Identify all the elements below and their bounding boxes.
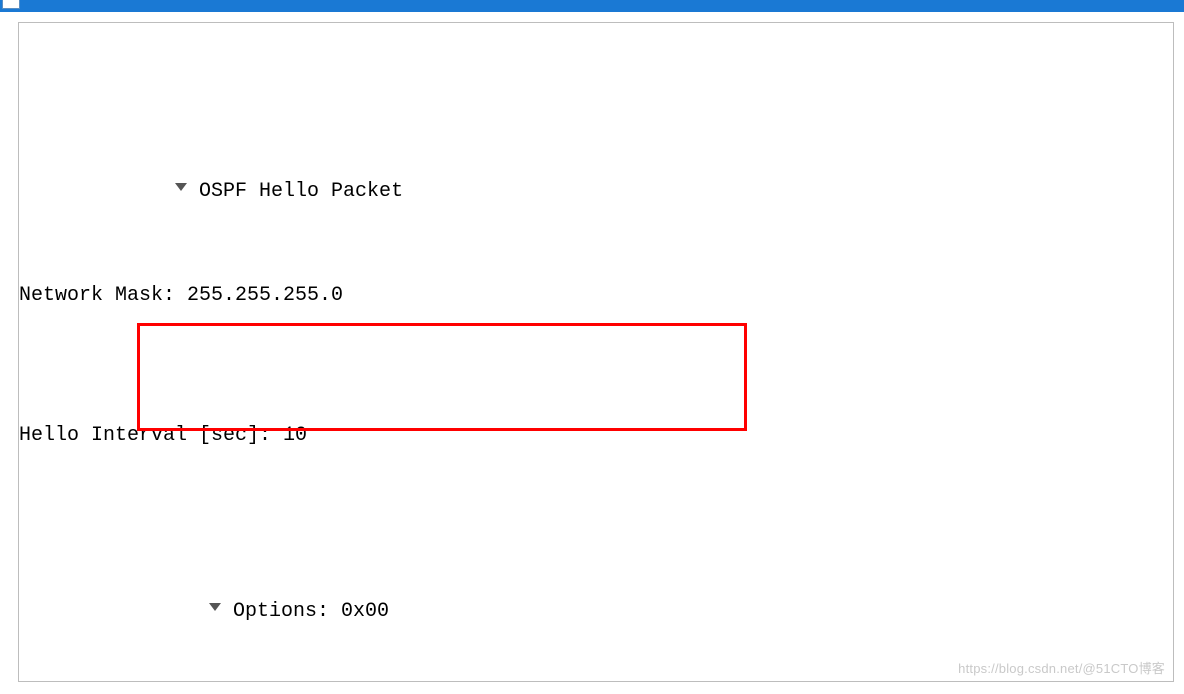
packet-details-pane[interactable]: OSPF Hello Packet Network Mask: 255.255.… bbox=[18, 22, 1174, 682]
hello-interval-text: Hello Interval [sec]: 10 bbox=[19, 418, 307, 453]
tree-node-hello-interval[interactable]: Hello Interval [sec]: 10 bbox=[19, 418, 1173, 453]
tree-node-ospf-hello[interactable]: OSPF Hello Packet bbox=[19, 138, 1173, 173]
title-bar: Wireshark · 分组 108 bbox=[0, 0, 1184, 12]
expander-icon[interactable] bbox=[175, 171, 187, 206]
packet-tree: OSPF Hello Packet Network Mask: 255.255.… bbox=[19, 33, 1173, 682]
tree-node-options[interactable]: Options: 0x00 bbox=[19, 558, 1173, 593]
wireshark-icon bbox=[2, 0, 20, 9]
network-mask-text: Network Mask: 255.255.255.0 bbox=[19, 278, 343, 313]
expander-icon[interactable] bbox=[209, 591, 221, 626]
annotation-redbox bbox=[137, 323, 747, 431]
ospf-hello-label: OSPF Hello Packet bbox=[199, 180, 403, 203]
options-label: Options: 0x00 bbox=[233, 600, 389, 623]
tree-node-network-mask[interactable]: Network Mask: 255.255.255.0 bbox=[19, 278, 1173, 313]
